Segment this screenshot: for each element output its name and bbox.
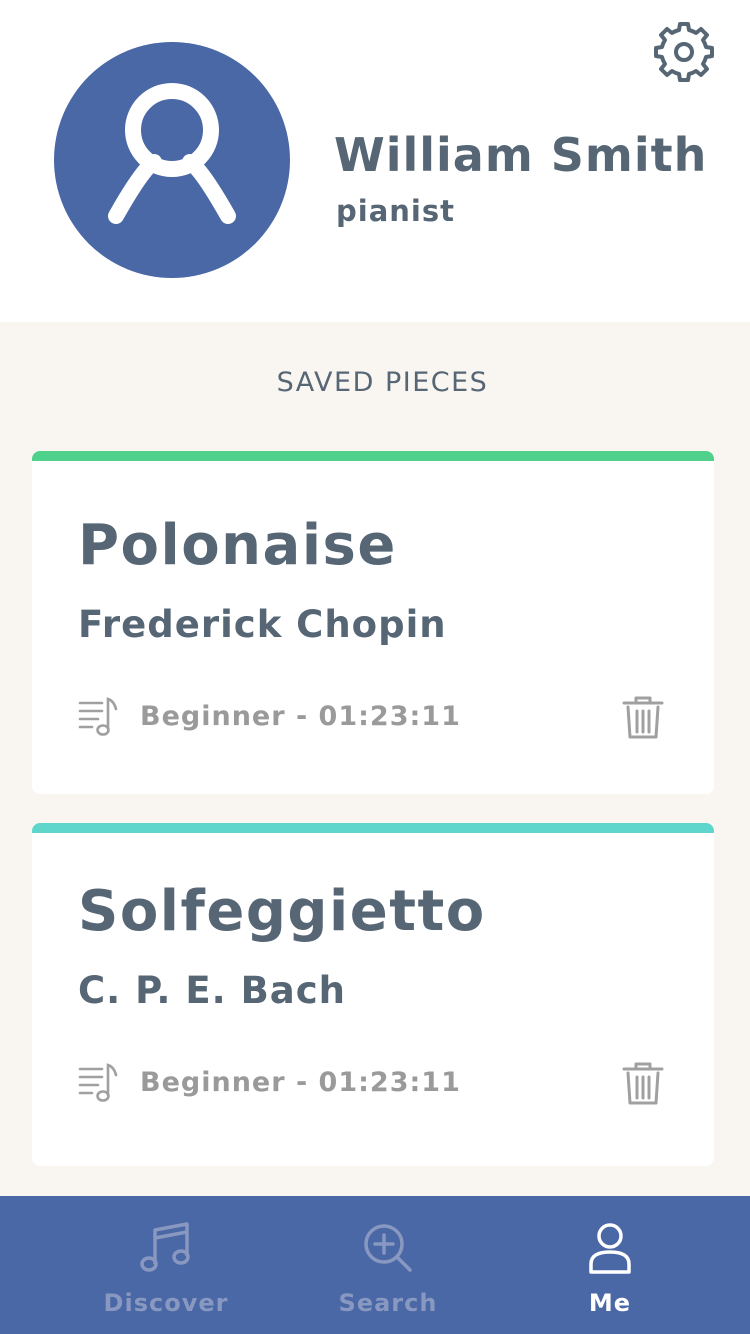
sheet-music-icon	[78, 697, 118, 736]
piece-composer: Frederick Chopin	[78, 603, 447, 646]
music-note-icon	[140, 1222, 190, 1272]
profile-header: William Smith pianist	[0, 0, 750, 322]
delete-button[interactable]	[621, 695, 665, 741]
trash-icon	[622, 696, 664, 739]
piece-title: Polonaise	[78, 513, 397, 578]
settings-button[interactable]	[654, 22, 714, 82]
person-icon	[589, 1223, 631, 1274]
tab-label: Me	[588, 1289, 632, 1317]
tab-label: Discover	[103, 1289, 229, 1317]
tab-search[interactable]: Search	[263, 1196, 513, 1334]
card-accent-stripe	[32, 823, 714, 833]
profile-name: William Smith	[334, 128, 708, 182]
piece-meta: Beginner - 01:23:11	[140, 701, 461, 732]
saved-pieces-heading: SAVED PIECES	[276, 367, 489, 398]
saved-piece-card[interactable]: Polonaise Frederick Chopin Beginner - 01…	[32, 451, 714, 794]
trash-icon	[622, 1062, 664, 1105]
tab-me[interactable]: Me	[485, 1196, 735, 1334]
sheet-music-icon	[78, 1063, 118, 1102]
tab-discover[interactable]: Discover	[41, 1196, 291, 1334]
piece-meta: Beginner - 01:23:11	[140, 1067, 461, 1098]
piece-composer: C. P. E. Bach	[78, 969, 347, 1012]
delete-button[interactable]	[621, 1061, 665, 1107]
card-accent-stripe	[32, 451, 714, 461]
bottom-tab-bar: Discover Search Me	[0, 1196, 750, 1334]
zoom-in-icon	[364, 1224, 412, 1272]
profile-role: pianist	[336, 194, 455, 228]
piece-title: Solfeggietto	[78, 879, 486, 944]
gear-icon	[654, 22, 714, 82]
avatar[interactable]	[54, 42, 290, 278]
user-icon	[108, 83, 236, 224]
tab-label: Search	[338, 1289, 438, 1317]
saved-piece-card[interactable]: Solfeggietto C. P. E. Bach Beginner - 01…	[32, 823, 714, 1166]
